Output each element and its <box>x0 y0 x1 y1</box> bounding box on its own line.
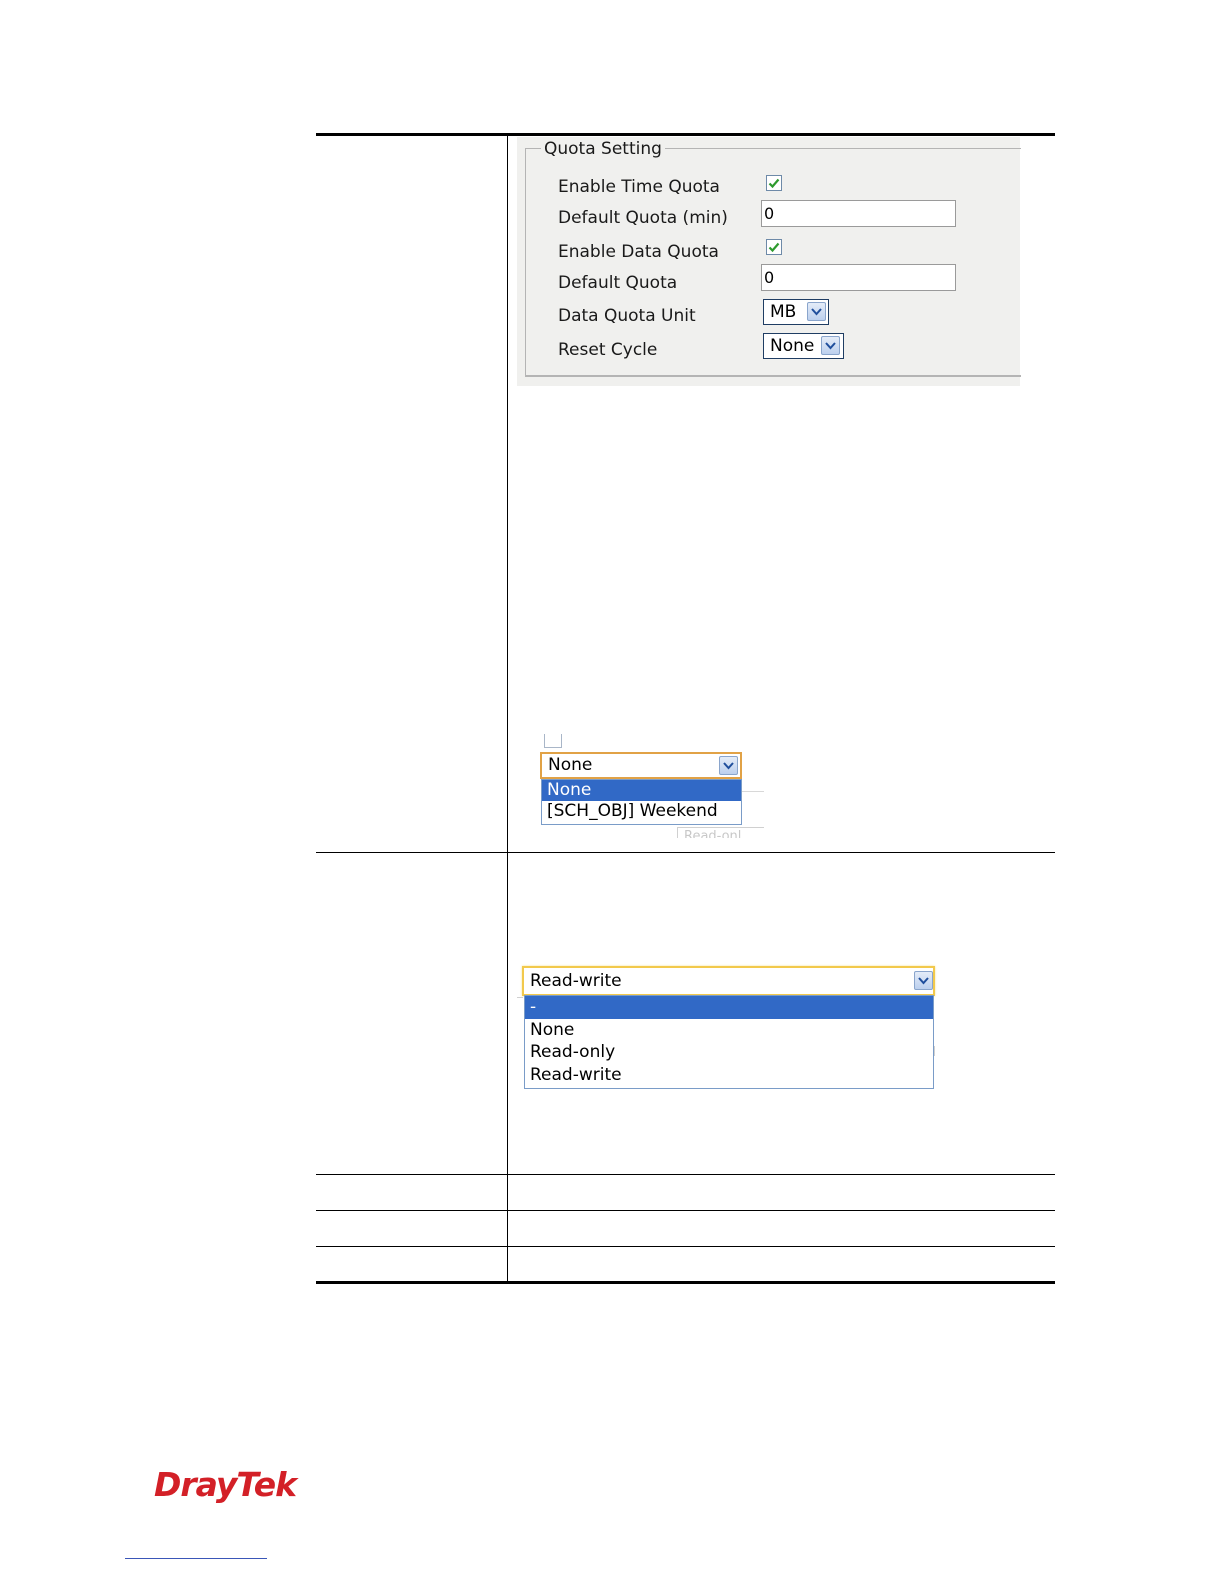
table-row-divider <box>316 1246 1055 1247</box>
reset-cycle-label: Reset Cycle <box>558 340 658 360</box>
chevron-down-icon[interactable] <box>807 302 826 321</box>
table-column-divider <box>507 136 508 1282</box>
schedule-option[interactable]: [SCH_OBJ] Weekend <box>542 801 741 822</box>
table-bottom-rule <box>316 1281 1055 1284</box>
schedule-select[interactable]: None <box>540 752 742 779</box>
divider <box>934 1046 935 1056</box>
chevron-down-icon[interactable] <box>821 336 840 355</box>
default-quota-label: Default Quota <box>558 273 678 293</box>
quota-setting-panel: Quota Setting Enable Time Quota Default … <box>517 137 1021 386</box>
divider <box>517 997 523 998</box>
schedule-option[interactable]: None <box>542 780 741 801</box>
access-select[interactable]: Read-write <box>522 966 935 996</box>
enable-time-quota-checkbox[interactable] <box>766 175 782 191</box>
schedule-options-list: None [SCH_OBJ] Weekend <box>541 779 742 825</box>
enable-data-quota-label: Enable Data Quota <box>558 242 719 262</box>
access-option[interactable]: Read-only <box>525 1041 933 1064</box>
default-quota-min-label: Default Quota (min) <box>558 208 728 228</box>
data-quota-unit-select[interactable]: MB <box>763 299 829 325</box>
table-top-rule <box>316 133 1055 136</box>
access-select-value: Read-write <box>530 971 622 991</box>
divider <box>742 791 764 792</box>
checkbox[interactable] <box>544 734 562 748</box>
table-row-divider <box>316 1174 1055 1175</box>
access-options-list: - None Read-only Read-write <box>524 995 934 1089</box>
footer-link-underline <box>125 1558 267 1559</box>
data-quota-unit-value: MB <box>770 302 797 322</box>
chevron-down-icon[interactable] <box>914 971 933 990</box>
table-row-divider <box>316 1210 1055 1211</box>
draytek-logo: DrayTek <box>154 1465 297 1504</box>
access-option[interactable]: None <box>525 1019 933 1042</box>
table-row-divider <box>316 852 1055 853</box>
access-option[interactable]: Read-write <box>525 1064 933 1087</box>
chevron-down-icon[interactable] <box>719 756 738 775</box>
enable-data-quota-checkbox[interactable] <box>766 239 782 255</box>
reset-cycle-value: None <box>770 336 815 356</box>
checkmark-icon <box>768 178 780 189</box>
quota-setting-legend: Quota Setting <box>541 138 665 160</box>
enable-time-quota-label: Enable Time Quota <box>558 177 720 197</box>
default-quota-input[interactable]: 0 <box>761 264 956 291</box>
schedule-dropdown-screenshot: Read-onl None None [SCH_OBJ] Weekend <box>532 730 764 838</box>
checkmark-icon <box>768 242 780 253</box>
access-option[interactable]: - <box>525 996 933 1019</box>
schedule-select-value: None <box>548 755 593 775</box>
default-quota-min-input[interactable]: 0 <box>761 200 956 227</box>
data-quota-unit-label: Data Quota Unit <box>558 306 696 326</box>
background-field: Read-onl <box>677 827 764 838</box>
reset-cycle-select[interactable]: None <box>763 333 844 359</box>
access-dropdown-screenshot: Read-write - None Read-only Read-write <box>517 962 945 1094</box>
